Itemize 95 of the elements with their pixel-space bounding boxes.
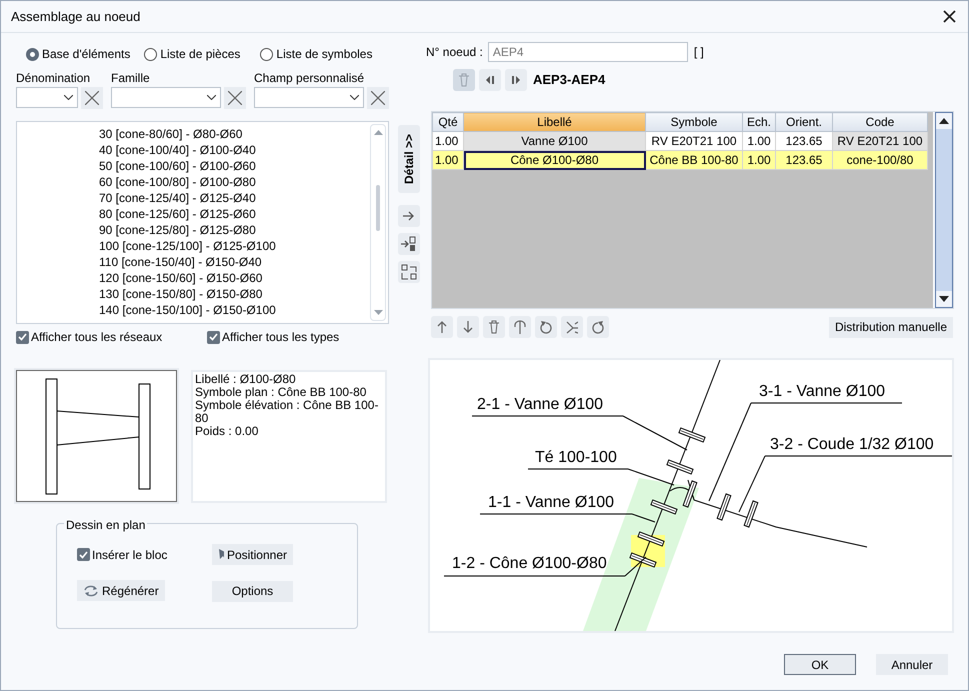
scroll-down-icon[interactable] xyxy=(939,296,950,302)
clear-icon[interactable] xyxy=(367,87,389,109)
rotate-left-icon[interactable] xyxy=(535,316,557,338)
column-header[interactable]: Symbole xyxy=(646,112,742,132)
node-label: N° noeud : xyxy=(426,44,483,61)
table-cell: 1.00 xyxy=(432,132,464,150)
rotate-right-icon[interactable] xyxy=(587,316,609,338)
checkbox[interactable] xyxy=(207,330,220,344)
dropdown-field[interactable] xyxy=(111,87,221,108)
checkbox-label[interactable]: Afficher tous les réseaux xyxy=(31,328,162,346)
scroll-up-icon[interactable] xyxy=(939,118,950,124)
table-cell: 123.65 xyxy=(776,132,832,150)
table-cell: 1.00 xyxy=(742,150,776,170)
radio-label[interactable]: Base d'éléments xyxy=(42,45,130,63)
detail-tab[interactable]: Détail >> xyxy=(398,125,420,193)
options-button[interactable]: Options xyxy=(212,580,293,602)
list-item[interactable]: 130 [cone-150/80] - Ø150-Ø80 xyxy=(99,286,368,302)
table-cell: Cône Ø100-Ø80 xyxy=(464,150,646,170)
column-header[interactable]: Ech. xyxy=(742,112,776,132)
radio-button[interactable] xyxy=(26,48,39,60)
mirror-icon[interactable] xyxy=(561,316,583,338)
list-item[interactable]: 110 [cone-150/40] - Ø150-Ø40 xyxy=(99,254,368,270)
list-item[interactable]: 140 [cone-150/100] - Ø150-Ø100 xyxy=(99,302,368,318)
table-cell: Cône BB 100-80 xyxy=(646,150,742,170)
list-item[interactable]: 30 [cone-80/60] - Ø80-Ø60 xyxy=(99,126,368,142)
table-cell: Vanne Ø100 xyxy=(464,132,646,150)
property-text: Symbole plan : Cône BB 100-80 xyxy=(195,386,368,399)
callout-label: 1-2 - Cône Ø100-Ø80 xyxy=(452,555,607,572)
dropdown-field[interactable] xyxy=(254,87,364,108)
regenerate-button[interactable]: Régénérer xyxy=(77,580,165,601)
arrow-down-icon[interactable] xyxy=(457,316,479,338)
filter-label: Dénomination xyxy=(16,70,92,87)
swap-icon[interactable] xyxy=(398,261,420,283)
callout-label: 1-1 - Vanne Ø100 xyxy=(488,494,614,511)
clear-icon[interactable] xyxy=(224,87,246,109)
arrow-right-icon[interactable] xyxy=(398,205,420,227)
scrollbar[interactable] xyxy=(935,112,953,308)
insert-block-icon[interactable] xyxy=(398,233,420,255)
table-cell: RV E20T21 100 xyxy=(832,132,928,150)
node-field[interactable]: AEP4 xyxy=(488,42,688,62)
table-cell: 123.65 xyxy=(776,150,832,170)
list-item[interactable]: 70 [cone-125/40] - Ø125-Ø40 xyxy=(99,190,368,206)
property-text: Symbole élévation : Cône BB 100-80 xyxy=(195,399,380,425)
radio-button[interactable] xyxy=(260,48,274,60)
table-cell: cone-100/80 xyxy=(832,150,928,170)
caret-icon xyxy=(64,95,73,100)
column-header[interactable]: Libellé xyxy=(464,112,646,132)
list-item[interactable]: 80 [cone-125/60] - Ø125-Ø60 xyxy=(99,206,368,222)
list-item[interactable]: 90 [cone-125/80] - Ø125-Ø80 xyxy=(99,222,368,238)
list-item[interactable]: 40 [cone-100/40] - Ø100-Ø40 xyxy=(99,142,368,158)
table-cell: RV E20T21 100 xyxy=(646,132,742,150)
checkbox-label[interactable]: Insérer le bloc xyxy=(92,546,168,564)
caret-icon xyxy=(350,95,359,100)
checkbox[interactable] xyxy=(16,330,29,344)
cursor-icon xyxy=(218,548,224,561)
callout-label: 2-1 - Vanne Ø100 xyxy=(477,396,604,413)
filter-label: Famille xyxy=(111,70,151,87)
filter-label: Champ personnalisé xyxy=(254,70,366,87)
flip-icon[interactable] xyxy=(509,316,531,338)
column-header[interactable]: Code xyxy=(832,112,928,132)
table-cell: 1.00 xyxy=(742,132,776,150)
caret-icon xyxy=(207,95,216,100)
window-title: Assemblage au noeud xyxy=(11,8,140,26)
property-text: Libellé : Ø100-Ø80 xyxy=(195,373,297,386)
previous-icon[interactable] xyxy=(479,69,501,91)
segment-title: AEP3-AEP4 xyxy=(533,71,606,90)
column-header[interactable]: Orient. xyxy=(776,112,832,132)
position-button[interactable]: Positionner xyxy=(212,544,293,565)
delete-icon[interactable] xyxy=(483,316,505,338)
radio-button[interactable] xyxy=(144,48,158,60)
dialog-button[interactable]: Annuler xyxy=(876,654,948,675)
table-cell: 1.00 xyxy=(432,150,464,170)
list-item[interactable]: 50 [cone-100/60] - Ø100-Ø60 xyxy=(99,158,368,174)
brackets-label: [ ] xyxy=(694,44,704,61)
table-row[interactable]: 1.00 Cône Ø100-Ø80 Cône BB 100-80 1.00 123.65 cone-100/80 xyxy=(432,150,928,170)
checkbox-label[interactable]: Afficher tous les types xyxy=(222,328,340,346)
checkbox[interactable] xyxy=(77,548,90,561)
dialog-button[interactable]: OK xyxy=(784,654,856,675)
refresh-icon xyxy=(83,584,99,598)
radio-label[interactable]: Liste de symboles xyxy=(276,45,372,63)
list-item[interactable]: 60 [cone-100/80] - Ø100-Ø80 xyxy=(99,174,368,190)
property-text: Poids : 0.00 xyxy=(195,425,260,438)
dropdown-field[interactable] xyxy=(16,87,78,108)
table-row[interactable]: 1.00 Vanne Ø100 RV E20T21 100 1.00 123.65 RV E20T21 100 xyxy=(432,132,928,150)
callout-label: Té 100-100 xyxy=(535,449,617,466)
list-item[interactable]: 100 [cone-125/100] - Ø125-Ø100 xyxy=(99,238,368,254)
callout-label: 3-2 - Coude 1/32 Ø100 xyxy=(770,436,934,453)
clear-icon[interactable] xyxy=(81,87,103,109)
manual-distribution-button[interactable]: Distribution manuelle xyxy=(828,316,953,338)
column-header[interactable]: Qté xyxy=(432,112,464,132)
callout-label: 3-1 - Vanne Ø100 xyxy=(759,383,886,400)
list-item[interactable]: 120 [cone-150/60] - Ø150-Ø60 xyxy=(99,270,368,286)
radio-label[interactable]: Liste de pièces xyxy=(160,45,240,63)
arrow-up-icon[interactable] xyxy=(431,316,453,338)
next-icon[interactable] xyxy=(505,69,527,91)
